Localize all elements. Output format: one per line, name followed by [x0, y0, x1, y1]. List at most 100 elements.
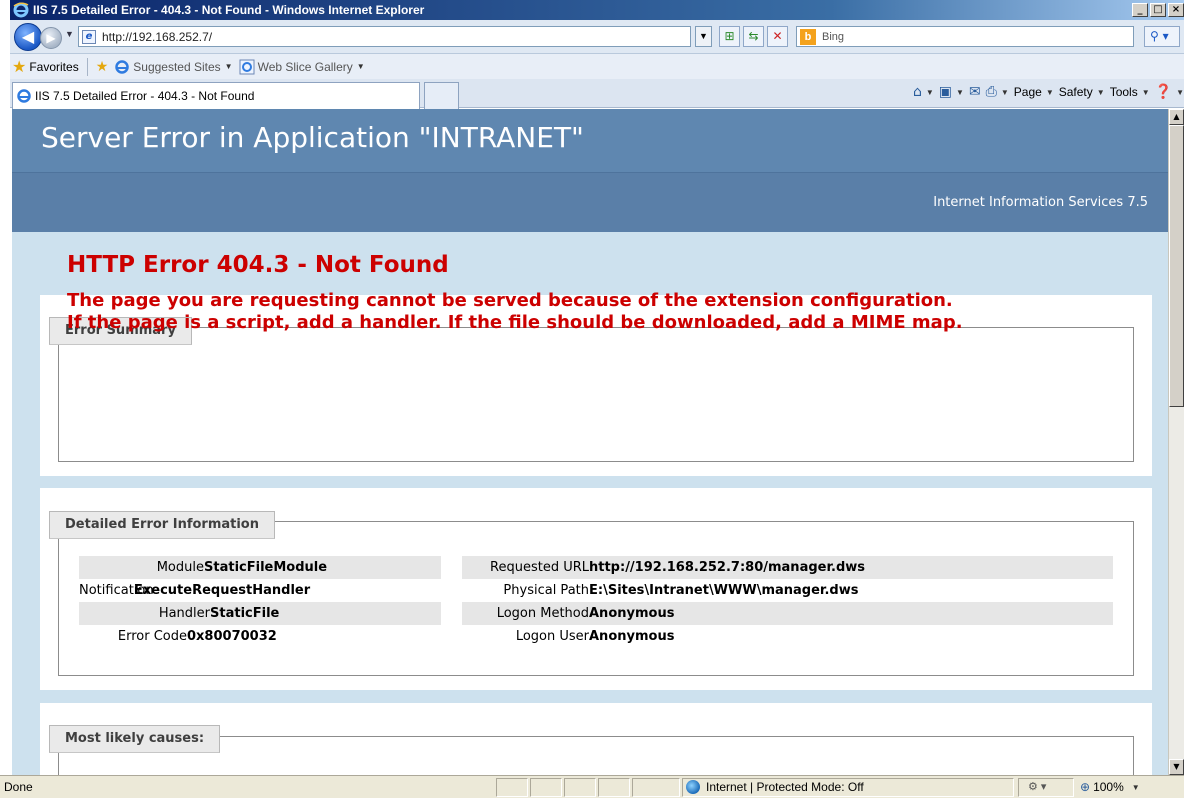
page-icon: e [82, 29, 96, 44]
printer-icon: ⎙ [985, 84, 997, 100]
chevron-down-icon: ▼ [1096, 87, 1105, 97]
mail-icon: ✉ [968, 84, 981, 100]
vertical-scrollbar[interactable]: ▲ ▼ [1168, 109, 1184, 775]
security-zone-label: Internet | Protected Mode: Off [706, 780, 864, 794]
command-bar: ⌂ ▼ ▣ ▼ ✉ ⎙ ▼ Page ▼ Safety ▼ Tools ▼ ❓ ▼ [913, 84, 1184, 100]
scroll-thumb[interactable] [1169, 125, 1184, 407]
tab-bar: IIS 7.5 Detailed Error - 404.3 - Not Fou… [10, 79, 1184, 109]
address-input[interactable]: e http://192.168.252.7/ [78, 26, 691, 47]
error-message: The page you are requesting cannot be se… [67, 290, 963, 334]
detail-label: Requested URL [490, 560, 589, 575]
error-message-line: If the page is a script, add a handler. … [67, 312, 963, 333]
refresh-icon[interactable]: ⇆ [743, 26, 764, 47]
detail-value: Anonymous [589, 606, 675, 621]
forward-button[interactable]: ▶ [40, 27, 62, 49]
causes-legend: Most likely causes: [49, 725, 221, 753]
detail-label: Error Code [117, 629, 187, 644]
tab-label: IIS 7.5 Detailed Error - 404.3 - Not Fou… [35, 89, 255, 103]
print-button[interactable]: ⎙ ▼ [986, 84, 1009, 100]
status-cell [598, 778, 630, 797]
detail-value: Anonymous [589, 629, 675, 644]
chevron-down-icon: ▼ [925, 87, 934, 97]
detail-row-error-code: Error Code 0x80070032 [79, 625, 441, 648]
detail-row-physical-path: Physical Path E:\Sites\Intranet\WWW\manag… [462, 579, 1113, 602]
security-zone[interactable]: Internet | Protected Mode: Off [686, 780, 864, 794]
status-text: Done [4, 780, 33, 794]
detail-value: http://192.168.252.7:80/manager.dws [589, 560, 866, 575]
suggested-sites-link[interactable]: Suggested Sites ▼ [114, 59, 233, 75]
close-button[interactable]: × [1168, 3, 1184, 17]
detail-value: 0x80070032 [187, 629, 277, 644]
tools-menu[interactable]: Tools ▼ [1110, 85, 1150, 99]
server-version: Internet Information Services 7.5 [933, 195, 1148, 210]
chevron-down-icon: ▼ [224, 62, 233, 71]
maximize-button[interactable]: □ [1150, 3, 1166, 17]
status-cell [496, 778, 528, 797]
address-url: http://192.168.252.7/ [102, 29, 213, 44]
detail-label: Physical Path [503, 583, 589, 598]
home-button[interactable]: ⌂ ▼ [913, 84, 934, 100]
causes-panel: Most likely causes: [40, 703, 1152, 775]
page-viewport: Server Error in Application "INTRANET" I… [12, 109, 1168, 775]
error-title: HTTP Error 404.3 - Not Found [67, 252, 449, 278]
detail-label: Handler [158, 606, 210, 621]
stop-icon[interactable]: ✕ [767, 26, 788, 47]
minimize-button[interactable]: _ [1132, 3, 1148, 17]
zoom-control[interactable]: ⊕ 100% ▼ [1080, 780, 1140, 794]
favorites-button[interactable]: Favorites [29, 60, 78, 74]
ie-icon [239, 59, 255, 74]
status-bar: Done Internet | Protected Mode: Off ⚙ ▾ … [0, 775, 1184, 798]
add-to-favorites-icon[interactable]: ★ [96, 59, 109, 75]
rss-icon: ▣ [938, 84, 953, 100]
help-icon: ❓ [1154, 84, 1173, 100]
page-menu-label: Page [1013, 85, 1042, 99]
search-button[interactable]: ⚲ ▾ [1144, 26, 1180, 47]
back-button[interactable]: ◀ [14, 23, 42, 51]
home-icon: ⌂ [912, 84, 922, 100]
scroll-down-button[interactable]: ▼ [1169, 759, 1184, 775]
detail-row-module: Module StaticFileModule [79, 556, 441, 579]
detail-value: ExecuteRequestHandler [134, 583, 311, 598]
favorites-star-icon: ★ [12, 57, 27, 76]
search-placeholder: Bing [822, 30, 845, 43]
globe-icon [686, 780, 700, 794]
web-slice-gallery-label: Web Slice Gallery [257, 59, 353, 74]
feeds-button[interactable]: ▣ ▼ [939, 84, 964, 100]
detail-label: Logon User [515, 629, 589, 644]
safety-menu[interactable]: Safety ▼ [1059, 85, 1105, 99]
suggested-sites-label: Suggested Sites [133, 59, 221, 74]
zoom-level: 100% [1093, 780, 1124, 794]
popup-blocker-icon[interactable]: ⚙ ▾ [1028, 780, 1046, 793]
search-input[interactable]: b Bing [796, 26, 1134, 47]
error-summary-box [58, 327, 1134, 462]
chevron-down-icon: ▼ [956, 87, 964, 97]
help-button[interactable]: ❓ ▼ [1155, 84, 1184, 100]
page-menu[interactable]: Page ▼ [1014, 85, 1054, 99]
window-title-bar[interactable]: IIS 7.5 Detailed Error - 404.3 - Not Fou… [10, 0, 1184, 20]
tab-iis-error[interactable]: IIS 7.5 Detailed Error - 404.3 - Not Fou… [12, 82, 420, 109]
chevron-down-icon: ▼ [1176, 87, 1184, 97]
mail-button[interactable]: ✉ [969, 84, 981, 100]
chevron-down-icon: ▼ [1141, 87, 1150, 97]
scroll-up-button[interactable]: ▲ [1169, 109, 1184, 125]
error-message-line: The page you are requesting cannot be se… [67, 290, 953, 311]
status-cell [530, 778, 562, 797]
recent-pages-dropdown[interactable]: ▼ [65, 29, 74, 39]
chevron-down-icon: ▼ [1000, 87, 1009, 97]
detail-value: StaticFile [210, 606, 280, 621]
safety-menu-label: Safety [1058, 85, 1093, 99]
compatibility-view-icon[interactable]: ⊞ [719, 26, 740, 47]
address-dropdown-button[interactable]: ▼ [695, 26, 712, 47]
ie-icon [17, 89, 31, 103]
detail-label: Logon Method [496, 606, 589, 621]
internet-explorer-icon [13, 2, 29, 18]
status-cell [564, 778, 596, 797]
status-cell [632, 778, 680, 797]
chevron-down-icon: ▼ [1045, 87, 1054, 97]
web-slice-gallery-link[interactable]: Web Slice Gallery ▼ [239, 59, 365, 75]
new-tab-button[interactable] [424, 82, 459, 109]
divider [86, 57, 88, 76]
zoom-icon: ⊕ [1080, 780, 1091, 794]
detail-row-logon-method: Logon Method Anonymous [462, 602, 1113, 625]
page-header: Server Error in Application "INTRANET" [12, 109, 1168, 172]
